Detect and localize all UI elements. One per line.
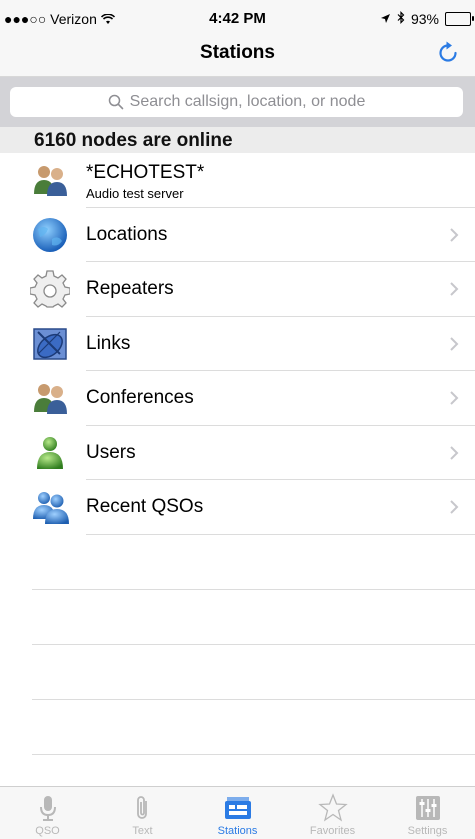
search-bar: Search callsign, location, or node — [0, 77, 475, 127]
empty-row-separator — [32, 699, 475, 700]
list-item-label: Users — [86, 441, 136, 463]
page-title: Stations — [200, 42, 275, 63]
paperclip-icon — [128, 793, 158, 823]
battery-nub — [472, 16, 474, 21]
chevron-right-icon — [449, 445, 459, 461]
bluetooth-icon — [397, 11, 405, 27]
status-indicators: 93% — [380, 11, 474, 27]
tab-stations[interactable]: Stations — [190, 787, 285, 839]
tab-label: Favorites — [309, 825, 356, 837]
chevron-right-icon — [449, 499, 459, 515]
location-arrow-icon — [380, 11, 391, 27]
list-item-repeaters[interactable]: Repeaters — [0, 262, 475, 317]
chevron-right-icon — [449, 390, 459, 406]
tab-settings[interactable]: Settings — [380, 787, 475, 839]
list-item-links[interactable]: Links — [0, 317, 475, 371]
list-item-conferences[interactable]: Conferences — [0, 371, 475, 426]
group-icon — [30, 160, 70, 200]
star-icon — [317, 793, 348, 823]
section-header: 6160 nodes are online — [0, 127, 475, 153]
battery-icon — [445, 12, 474, 26]
list-item-echotest[interactable]: *ECHOTEST* Audio test server — [0, 153, 475, 208]
list-item-label: Recent QSOs — [86, 496, 204, 518]
empty-row-separator — [32, 754, 475, 755]
empty-row-separator — [32, 644, 475, 645]
search-icon — [108, 94, 124, 110]
satellite-dish-icon — [30, 324, 70, 364]
list-item-users[interactable]: Users — [0, 426, 475, 480]
tab-label: Text — [132, 825, 153, 837]
sliders-icon — [413, 793, 443, 823]
echotest-subtitle: Audio test server — [86, 186, 184, 201]
row-separator — [86, 533, 475, 535]
list-item-label: Locations — [86, 223, 168, 245]
list-item-label: Conferences — [86, 387, 194, 409]
tab-text[interactable]: Text — [95, 787, 190, 839]
search-input[interactable]: Search callsign, location, or node — [10, 87, 463, 117]
echotest-title: *ECHOTEST* — [86, 162, 205, 183]
empty-row-separator — [32, 589, 475, 590]
station-list: *ECHOTEST* Audio test server Locations R… — [0, 153, 475, 535]
chevron-right-icon — [449, 227, 459, 243]
tab-bar: QSO Text Stations Favorites Settings — [0, 786, 475, 839]
list-item-label: Links — [86, 332, 131, 354]
tab-label: QSO — [35, 825, 60, 837]
globe-icon — [30, 215, 70, 255]
chevron-right-icon — [449, 281, 459, 297]
refresh-icon[interactable] — [435, 40, 461, 66]
battery-percent: 93% — [410, 11, 439, 27]
users-icon — [30, 487, 70, 527]
search-placeholder: Search callsign, location, or node — [129, 93, 366, 110]
list-item-locations[interactable]: Locations — [0, 208, 475, 262]
list-item-recent-qsos[interactable]: Recent QSOs — [0, 480, 475, 535]
tab-label: Stations — [217, 825, 258, 837]
gear-icon — [29, 269, 71, 309]
user-icon — [30, 433, 70, 473]
list-item-label: Repeaters — [86, 278, 174, 300]
chevron-right-icon — [449, 336, 459, 352]
tab-label: Settings — [407, 825, 448, 837]
microphone-icon — [33, 793, 63, 823]
tab-favorites[interactable]: Favorites — [285, 787, 380, 839]
tab-qso[interactable]: QSO — [0, 787, 95, 839]
navigation-bar: Stations — [0, 30, 475, 77]
stations-icon — [223, 793, 253, 823]
group-icon — [30, 378, 70, 418]
